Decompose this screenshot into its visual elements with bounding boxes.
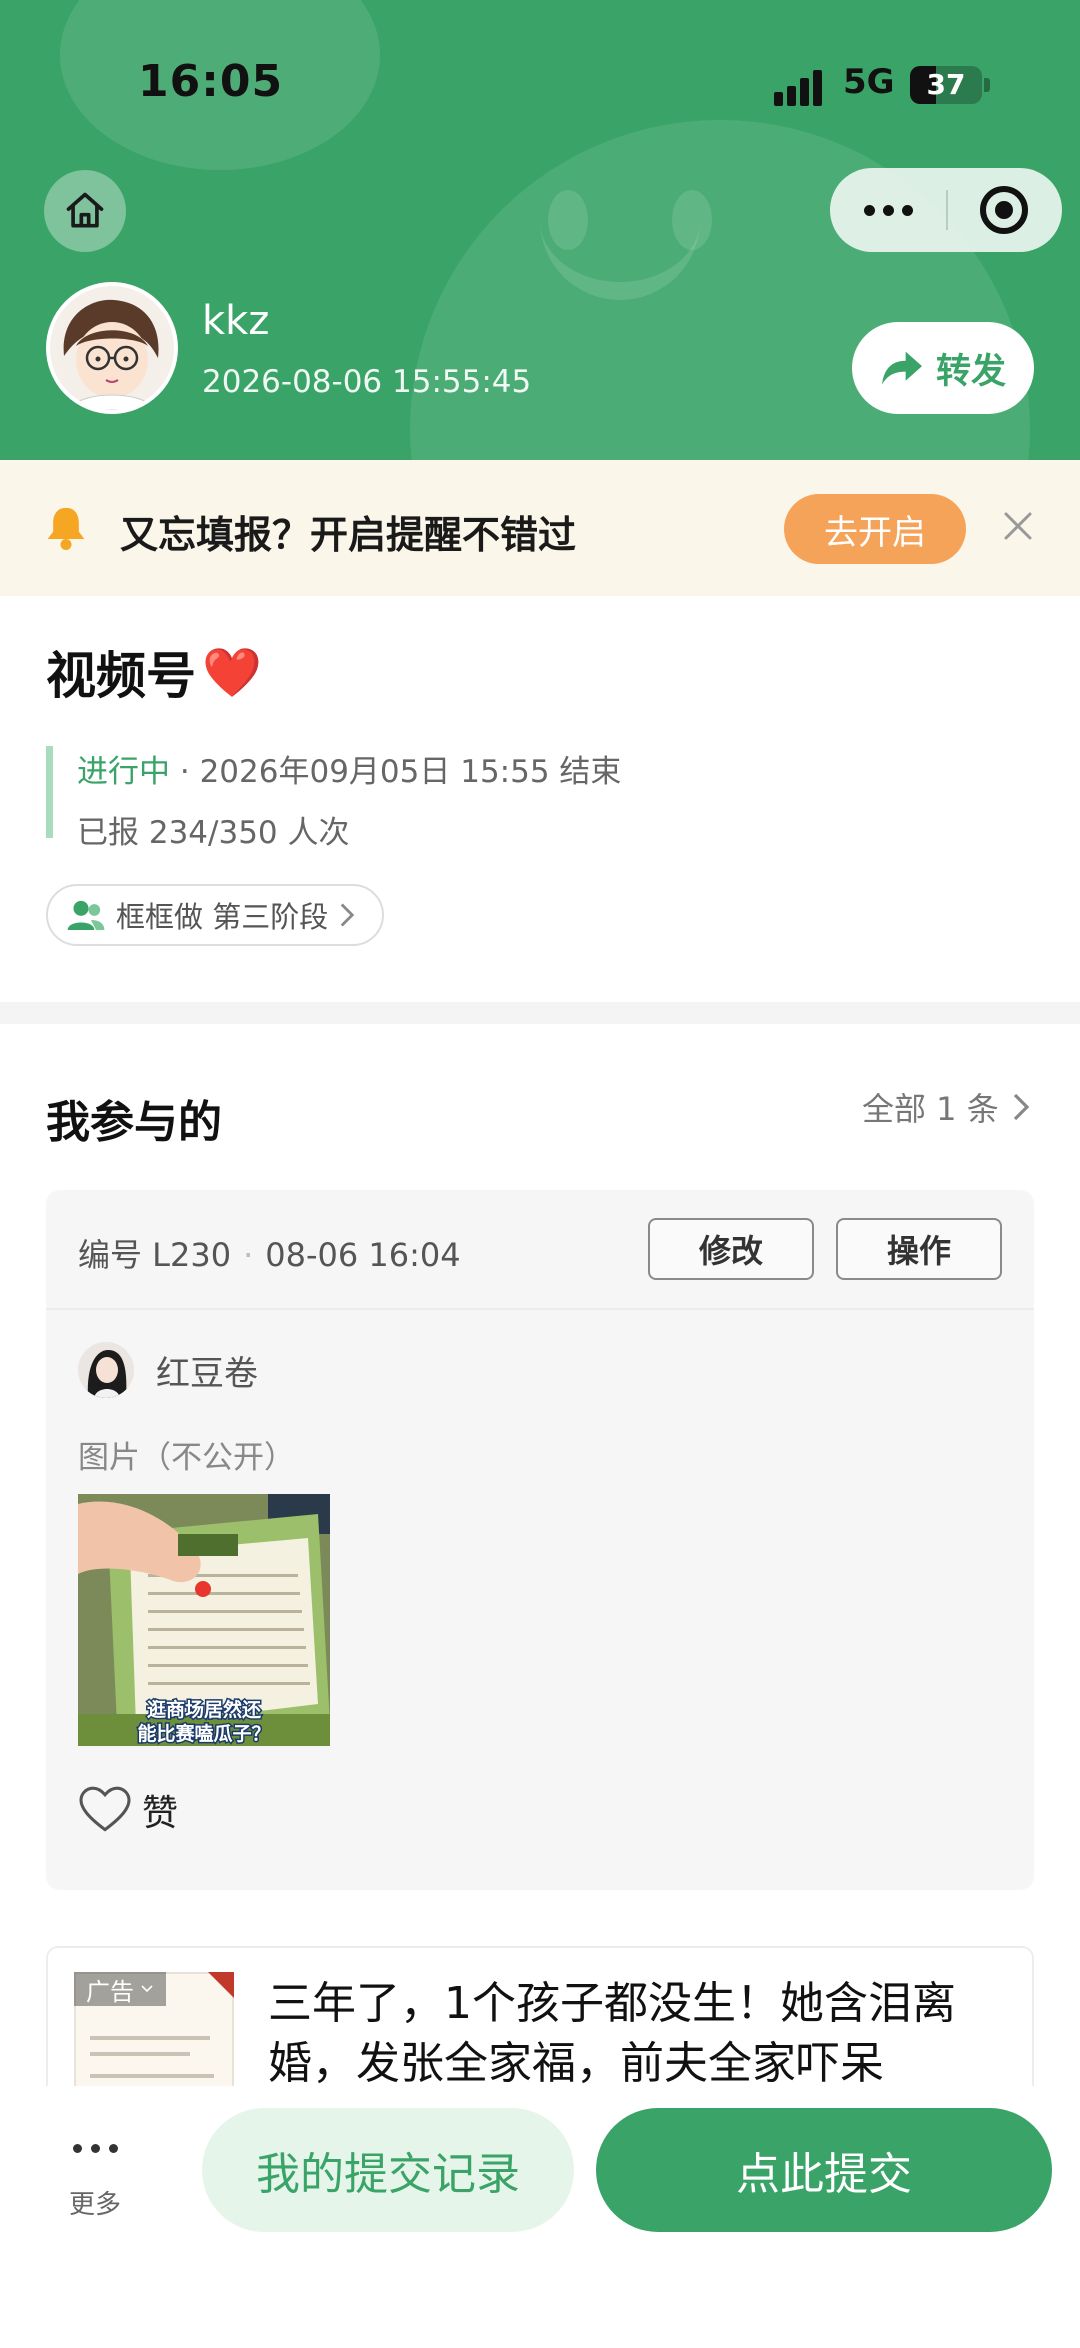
more-button[interactable]: 更多	[52, 2140, 138, 2221]
ad-headline: 三年了，1个孩子都没生！她含泪离婚，发张全家福，前夫全家吓呆	[268, 1978, 956, 2089]
heart-emoji-icon: ❤️	[202, 644, 262, 701]
battery-icon: 37	[910, 66, 990, 104]
status-time: 16:05	[138, 56, 284, 107]
heart-outline-icon	[79, 1786, 131, 1832]
activity-reported-count: 已报 234/350 人次	[77, 815, 350, 851]
capsule-more-button[interactable]	[830, 168, 946, 252]
home-icon	[66, 192, 104, 228]
avatar-illustration-icon	[50, 286, 174, 410]
view-all-label: 全部 1 条	[862, 1090, 999, 1128]
ad-card[interactable]: 广告 三年了，1个孩子都没生！她含泪离婚，发张全家福，前夫全家吓呆	[46, 1946, 1034, 2106]
submitted-photo-icon: 逛商场居然还 能比赛嗑瓜子？	[78, 1494, 330, 1746]
image-caption-line2: 能比赛嗑瓜子？	[137, 1722, 270, 1745]
chevron-right-icon	[1013, 1093, 1029, 1121]
view-all-link[interactable]: 全部 1 条	[862, 1084, 1031, 1130]
ad-corner-decoration	[208, 1972, 234, 1998]
entry-time: 08-06 16:04	[265, 1236, 461, 1274]
username: kkz	[202, 298, 270, 344]
close-icon[interactable]	[1000, 508, 1036, 544]
entry-card: 编号 L230 · 08-06 16:04 修改 操作 红豆卷 图片（不公开）	[46, 1190, 1034, 1890]
section-divider	[0, 1002, 1080, 1024]
ad-tag[interactable]: 广告	[74, 1972, 166, 2006]
header: 16:05 5G 37 kkz 2026-08-06 15:55:45 转发	[0, 0, 1080, 460]
battery-level: 37	[926, 68, 966, 101]
separator-dot: ·	[179, 754, 190, 790]
entry-meta: 编号 L230 · 08-06 16:04	[78, 1230, 461, 1276]
submitter-avatar-photo-icon	[78, 1342, 134, 1398]
chevron-down-icon	[141, 1985, 153, 1993]
share-button[interactable]: 转发	[852, 322, 1034, 414]
activity-info: 进行中 · 2026年09月05日 15:55 结束 已报 234/350 人次	[46, 746, 621, 851]
home-button[interactable]	[44, 170, 126, 252]
stage-chip[interactable]: 框框做 第三阶段	[46, 884, 385, 946]
activity-status-line: 进行中 · 2026年09月05日 15:55 结束	[77, 746, 621, 791]
edit-button[interactable]: 修改	[648, 1218, 814, 1280]
my-submissions-button[interactable]: 我的提交记录	[202, 2108, 574, 2232]
more-dots-icon	[52, 2140, 138, 2156]
like-button[interactable]: 赞	[78, 1784, 178, 1836]
entry-number: 编号 L230	[78, 1236, 232, 1274]
like-label: 赞	[142, 1793, 179, 1834]
submitter-name: 红豆卷	[156, 1353, 258, 1394]
submit-button[interactable]: 点此提交	[596, 2108, 1052, 2232]
publish-time: 2026-08-06 15:55:45	[202, 364, 532, 400]
reminder-banner: 又忘填报？开启提醒不错过 去开启	[0, 460, 1080, 596]
more-label: 更多	[68, 2190, 121, 2220]
separator-dot: ·	[243, 1236, 254, 1274]
share-arrow-icon	[881, 351, 922, 385]
activity-title: 视频号 ❤️	[46, 636, 262, 708]
chevron-right-icon	[340, 903, 355, 927]
submitter-avatar	[78, 1342, 134, 1398]
activity-status: 进行中	[77, 754, 170, 790]
activity-end-time: 2026年09月05日 15:55 结束	[199, 754, 622, 790]
enable-reminder-button[interactable]: 去开启	[784, 494, 966, 564]
image-caption-line1: 逛商场居然还	[147, 1698, 262, 1721]
capsule-close-icon[interactable]	[980, 186, 1028, 234]
action-button[interactable]: 操作	[836, 1218, 1002, 1280]
image-field-label: 图片（不公开）	[78, 1440, 295, 1476]
submitter: 红豆卷	[78, 1342, 258, 1398]
group-user-icon	[67, 900, 105, 930]
stage-label: 框框做 第三阶段	[116, 900, 329, 934]
activity-title-text: 视频号	[46, 647, 196, 705]
network-type: 5G	[843, 62, 895, 102]
mini-program-capsule	[830, 168, 1062, 252]
signal-icon	[774, 70, 830, 106]
reminder-text: 又忘填报？开启提醒不错过	[120, 513, 577, 557]
status-bar: 16:05 5G 37	[0, 56, 1080, 116]
bottom-action-bar: 更多 我的提交记录 点此提交	[0, 2086, 1080, 2348]
capsule-divider	[946, 190, 948, 230]
avatar[interactable]	[46, 282, 178, 414]
ad-tag-label: 广告	[86, 1977, 134, 2006]
submitted-image[interactable]: 逛商场居然还 能比赛嗑瓜子？	[78, 1494, 330, 1746]
bell-icon	[47, 507, 85, 550]
entry-card-header: 编号 L230 · 08-06 16:04 修改 操作	[46, 1190, 1034, 1310]
share-label: 转发	[935, 351, 1006, 392]
my-participation-title: 我参与的	[46, 1097, 222, 1148]
